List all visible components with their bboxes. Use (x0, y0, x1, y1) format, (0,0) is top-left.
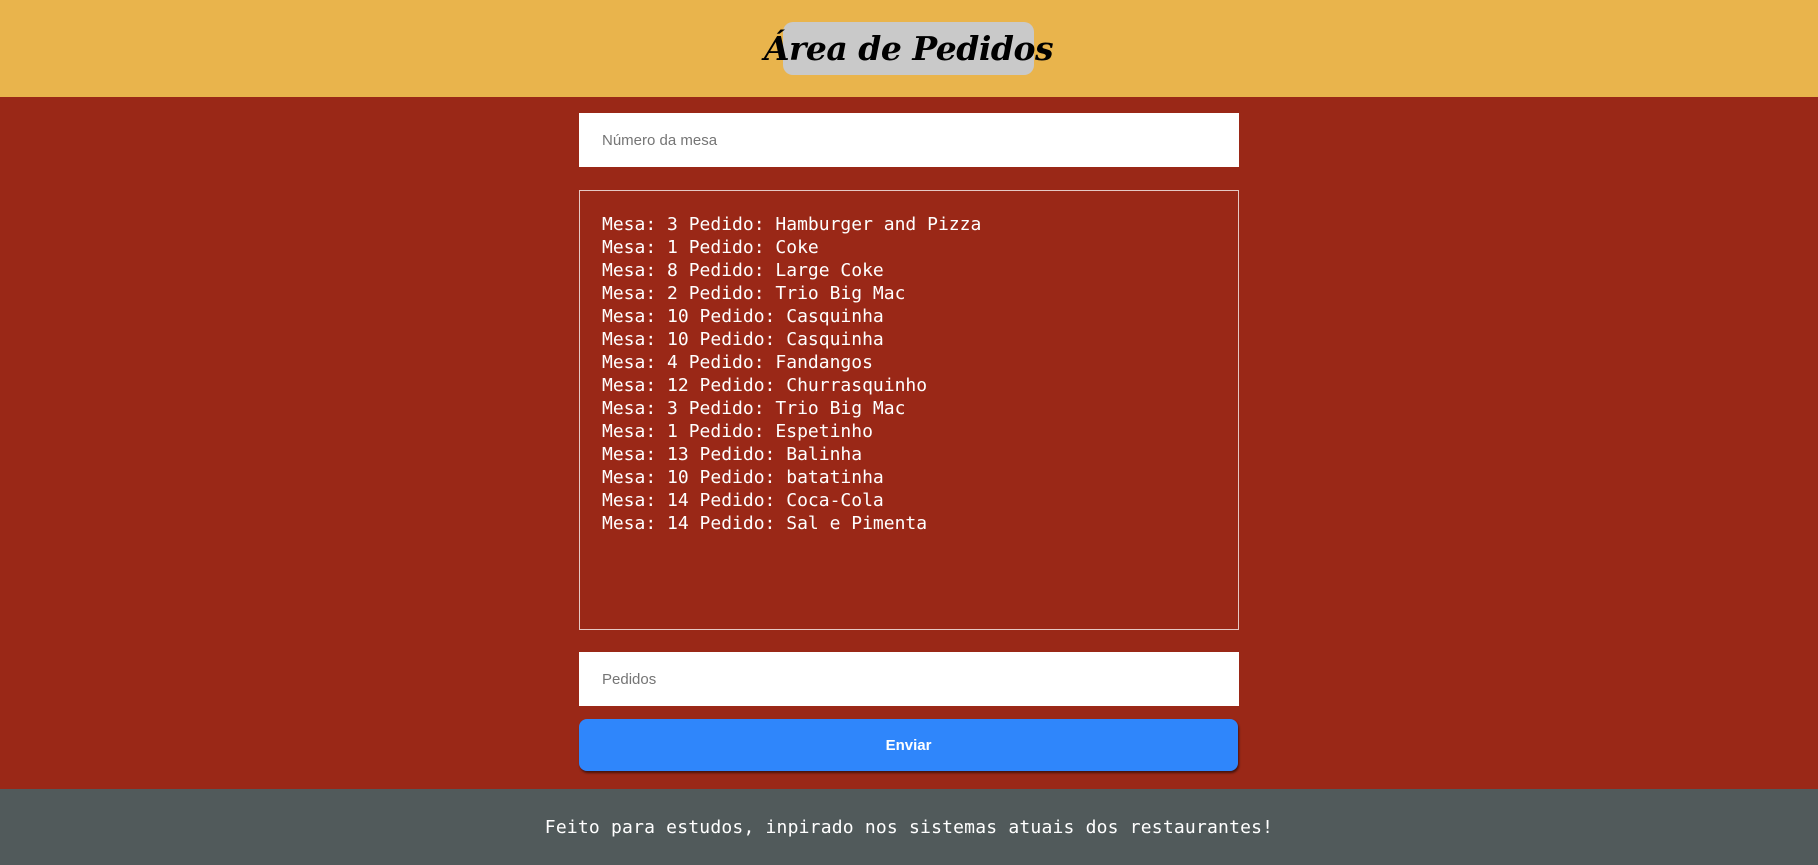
order-line: Mesa: 10 Pedido: Casquinha (602, 306, 884, 327)
order-line: Mesa: 2 Pedido: Trio Big Mac (602, 283, 906, 304)
orders-input[interactable] (579, 652, 1239, 706)
order-line: Mesa: 3 Pedido: Trio Big Mac (602, 398, 906, 419)
order-line: Mesa: 14 Pedido: Sal e Pimenta (602, 513, 928, 534)
order-line: Mesa: 1 Pedido: Coke (602, 237, 819, 258)
orders-list-panel[interactable]: Mesa: 3 Pedido: Hamburger and Pizza Mesa… (579, 190, 1239, 630)
order-line: Mesa: 10 Pedido: Casquinha (602, 329, 884, 350)
table-number-input[interactable] (579, 113, 1239, 167)
order-line: Mesa: 3 Pedido: Hamburger and Pizza (602, 214, 982, 235)
page-title: Área de Pedidos (763, 29, 1054, 68)
order-line: Mesa: 1 Pedido: Espetinho (602, 421, 873, 442)
page-header: Área de Pedidos (0, 0, 1818, 97)
title-badge: Área de Pedidos (764, 22, 1054, 75)
order-line: Mesa: 12 Pedido: Churrasquinho (602, 375, 928, 396)
order-line: Mesa: 8 Pedido: Large Coke (602, 260, 884, 281)
footer-text: Feito para estudos, inpirado nos sistema… (544, 816, 1274, 838)
order-line: Mesa: 4 Pedido: Fandangos (602, 352, 873, 373)
submit-button[interactable]: Enviar (579, 719, 1238, 771)
order-line: Mesa: 13 Pedido: Balinha (602, 444, 863, 465)
order-line: Mesa: 14 Pedido: Coca-Cola (602, 490, 884, 511)
order-line: Mesa: 10 Pedido: batatinha (602, 467, 884, 488)
page-footer: Feito para estudos, inpirado nos sistema… (0, 789, 1818, 865)
